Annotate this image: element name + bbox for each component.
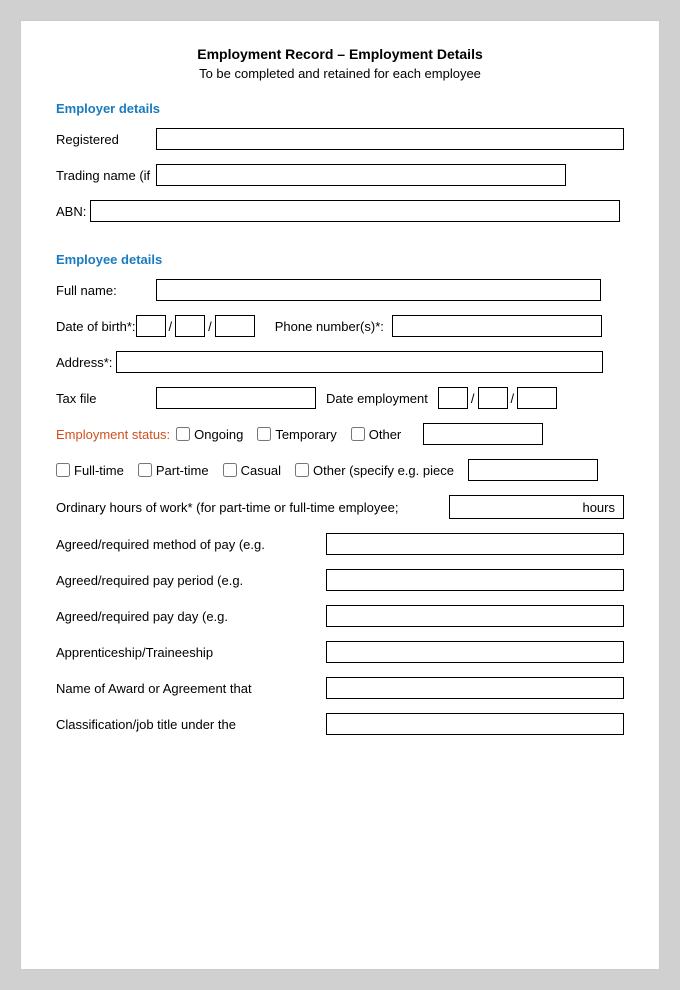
pay-method-label: Agreed/required method of pay (e.g. bbox=[56, 537, 326, 552]
pay-period-row: Agreed/required pay period (e.g. bbox=[56, 569, 624, 591]
fulltime-label: Full-time bbox=[74, 463, 124, 478]
pay-day-label: Agreed/required pay day (e.g. bbox=[56, 609, 326, 624]
temporary-label: Temporary bbox=[275, 427, 336, 442]
temporary-checkbox[interactable] bbox=[257, 427, 271, 441]
dob-year-input[interactable] bbox=[215, 315, 255, 337]
trading-label: Trading name (if bbox=[56, 168, 156, 183]
dob-slash1: / bbox=[169, 319, 173, 334]
form-page: Employment Record – Employment Details T… bbox=[20, 20, 660, 970]
casual-checkbox-item: Casual bbox=[223, 463, 281, 478]
ordinary-hours-label: Ordinary hours of work* (for part-time o… bbox=[56, 500, 449, 515]
abn-input[interactable] bbox=[90, 200, 620, 222]
other-specify-input[interactable] bbox=[468, 459, 598, 481]
employment-status-row: Employment status: Ongoing Temporary Oth… bbox=[56, 423, 624, 445]
address-input[interactable] bbox=[116, 351, 603, 373]
employ-year-input[interactable] bbox=[517, 387, 557, 409]
abn-row: ABN: bbox=[56, 200, 624, 222]
other-status-checkbox-item: Other bbox=[351, 427, 402, 442]
tax-date-row: Tax file Date employment / / bbox=[56, 387, 624, 409]
trading-input[interactable] bbox=[156, 164, 566, 186]
ongoing-checkbox[interactable] bbox=[176, 427, 190, 441]
classification-input[interactable] bbox=[326, 713, 624, 735]
employ-day-input[interactable] bbox=[438, 387, 468, 409]
abn-label: ABN: bbox=[56, 204, 86, 219]
employ-slash1: / bbox=[471, 391, 475, 406]
casual-checkbox[interactable] bbox=[223, 463, 237, 477]
work-type-row: Full-time Part-time Casual Other (specif… bbox=[56, 459, 624, 481]
hours-text: hours bbox=[582, 500, 615, 515]
award-label: Name of Award or Agreement that bbox=[56, 681, 326, 696]
ongoing-label: Ongoing bbox=[194, 427, 243, 442]
registered-row: Registered bbox=[56, 128, 624, 150]
ongoing-checkbox-item: Ongoing bbox=[176, 427, 243, 442]
ordinary-hours-row: Ordinary hours of work* (for part-time o… bbox=[56, 495, 624, 519]
dob-day-input[interactable] bbox=[136, 315, 166, 337]
parttime-label: Part-time bbox=[156, 463, 209, 478]
status-checkboxes: Ongoing Temporary Other bbox=[176, 427, 415, 442]
employ-month-input[interactable] bbox=[478, 387, 508, 409]
tax-label: Tax file bbox=[56, 391, 156, 406]
date-employ-label: Date employment bbox=[326, 391, 428, 406]
tax-input[interactable] bbox=[156, 387, 316, 409]
employ-slash2: / bbox=[511, 391, 515, 406]
phone-label: Phone number(s)*: bbox=[275, 319, 384, 334]
registered-input[interactable] bbox=[156, 128, 624, 150]
dob-month-input[interactable] bbox=[175, 315, 205, 337]
dob-slash2: / bbox=[208, 319, 212, 334]
registered-label: Registered bbox=[56, 132, 156, 147]
status-label: Employment status: bbox=[56, 427, 170, 442]
other-worktype-checkbox-item: Other (specify e.g. piece bbox=[295, 463, 454, 478]
award-input[interactable] bbox=[326, 677, 624, 699]
apprenticeship-label: Apprenticeship/Traineeship bbox=[56, 645, 326, 660]
pay-method-input[interactable] bbox=[326, 533, 624, 555]
phone-input[interactable] bbox=[392, 315, 602, 337]
page-title: Employment Record – Employment Details bbox=[56, 46, 624, 62]
pay-method-row: Agreed/required method of pay (e.g. bbox=[56, 533, 624, 555]
fulltime-checkbox-item: Full-time bbox=[56, 463, 124, 478]
classification-row: Classification/job title under the bbox=[56, 713, 624, 735]
other-status-label: Other bbox=[369, 427, 402, 442]
parttime-checkbox[interactable] bbox=[138, 463, 152, 477]
fulltime-checkbox[interactable] bbox=[56, 463, 70, 477]
temporary-checkbox-item: Temporary bbox=[257, 427, 336, 442]
classification-label: Classification/job title under the bbox=[56, 717, 326, 732]
apprenticeship-row: Apprenticeship/Traineeship bbox=[56, 641, 624, 663]
pay-day-row: Agreed/required pay day (e.g. bbox=[56, 605, 624, 627]
employee-heading: Employee details bbox=[56, 252, 624, 267]
address-row: Address*: bbox=[56, 351, 624, 373]
dob-label: Date of birth*: bbox=[56, 319, 136, 334]
hours-input[interactable] bbox=[516, 500, 576, 515]
trading-row: Trading name (if bbox=[56, 164, 624, 186]
status-other-input[interactable] bbox=[423, 423, 543, 445]
casual-label: Casual bbox=[241, 463, 281, 478]
award-row: Name of Award or Agreement that bbox=[56, 677, 624, 699]
address-label: Address*: bbox=[56, 355, 112, 370]
parttime-checkbox-item: Part-time bbox=[138, 463, 209, 478]
other-specify-label: Other (specify e.g. piece bbox=[313, 463, 454, 478]
pay-day-input[interactable] bbox=[326, 605, 624, 627]
other-worktype-checkbox[interactable] bbox=[295, 463, 309, 477]
pay-period-input[interactable] bbox=[326, 569, 624, 591]
apprenticeship-input[interactable] bbox=[326, 641, 624, 663]
dob-phone-row: Date of birth*: / / Phone number(s)*: bbox=[56, 315, 624, 337]
pay-period-label: Agreed/required pay period (e.g. bbox=[56, 573, 326, 588]
fullname-row: Full name: bbox=[56, 279, 624, 301]
fullname-label: Full name: bbox=[56, 283, 156, 298]
page-subtitle: To be completed and retained for each em… bbox=[56, 66, 624, 81]
employer-heading: Employer details bbox=[56, 101, 624, 116]
hours-input-wrap: hours bbox=[449, 495, 624, 519]
fullname-input[interactable] bbox=[156, 279, 601, 301]
other-status-checkbox[interactable] bbox=[351, 427, 365, 441]
work-type-checkboxes: Full-time Part-time Casual Other (specif… bbox=[56, 463, 468, 478]
